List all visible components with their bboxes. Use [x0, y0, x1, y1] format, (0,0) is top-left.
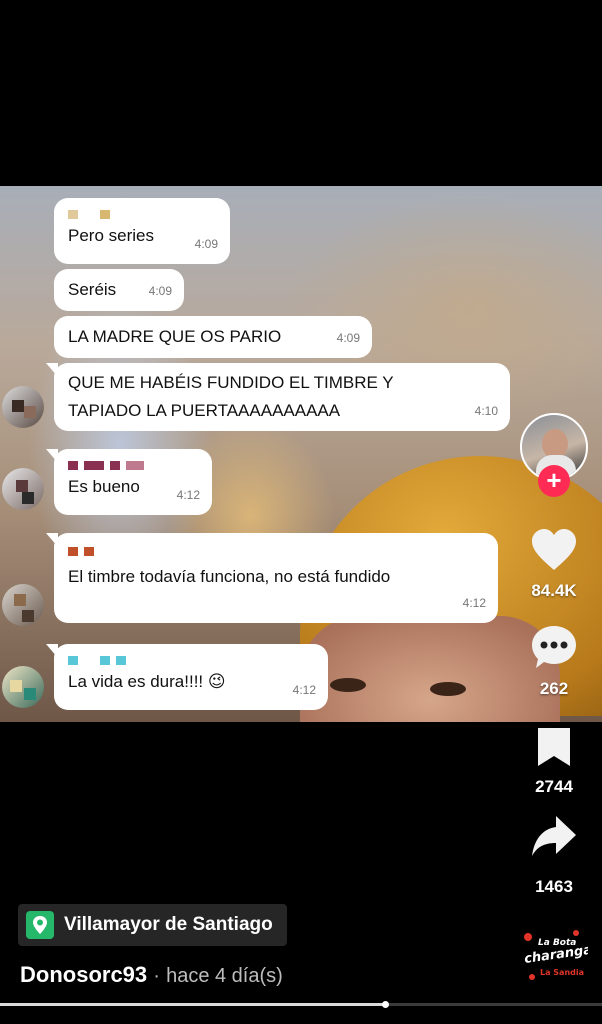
comment-button[interactable]: 262 [519, 624, 589, 699]
location-name: Villamayor de Santiago [64, 914, 273, 935]
message-text: LA MADRE QUE OS PARIO [68, 327, 282, 346]
meta-separator: · [153, 965, 160, 987]
message-time: 4:12 [292, 683, 316, 697]
sender-name-pixelated [68, 461, 198, 471]
chat-message: Seréis 4:09 [54, 269, 184, 311]
sender-avatar-blurred [2, 386, 44, 428]
bookmark-icon [538, 728, 570, 766]
message-time: 4:12 [176, 488, 200, 502]
chat-message: QUE ME HABÉIS FUNDIDO EL TIMBRE Y TAPIAD… [46, 363, 510, 431]
share-count: 1463 [535, 877, 573, 896]
sender-avatar-blurred [2, 584, 44, 626]
message-text: El timbre todavía funciona, no está fund… [68, 567, 391, 586]
comment-icon [532, 626, 576, 668]
message-text: Seréis [68, 280, 117, 299]
follow-plus-button[interactable]: + [538, 465, 570, 497]
video-progress-fill [0, 1003, 386, 1006]
message-text-line1: QUE ME HABÉIS FUNDIDO EL TIMBRE Y [68, 373, 394, 392]
share-arrow-icon [532, 816, 576, 856]
chat-message: Es bueno 4:12 [46, 449, 212, 515]
comment-count: 262 [539, 679, 569, 698]
sender-name-pixelated [68, 547, 484, 557]
sender-name-pixelated [68, 656, 314, 666]
location-tag[interactable]: Villamayor de Santiago [18, 904, 287, 946]
message-time: 4:09 [148, 284, 172, 298]
sender-avatar-blurred [2, 666, 44, 708]
username[interactable]: Donosorc93 [20, 962, 147, 987]
video-progress-bar[interactable] [0, 1001, 602, 1008]
chat-message: Pero series 4:09 [54, 198, 230, 264]
sender-avatar-blurred [2, 468, 44, 510]
video-frame[interactable]: Pero series 4:09 Seréis 4:09 LA MADRE QU… [0, 186, 602, 722]
chat-message: LA MADRE QUE OS PARIO 4:09 [54, 316, 372, 358]
message-text: Es bueno [68, 477, 140, 496]
bookmark-count: 2744 [535, 777, 573, 796]
like-button[interactable]: 84.4K [519, 528, 589, 601]
message-text-line2: TAPIADO LA PUERTAAAAAAAAAA [68, 401, 341, 420]
message-text: Pero series [68, 226, 154, 245]
chat-message: El timbre todavía funciona, no está fund… [46, 533, 498, 623]
post-meta: Donosorc93 · hace 4 día(s) [20, 962, 283, 988]
message-text: La vida es dura!!!! [68, 672, 208, 691]
sound-logo-line3: La Sandia [540, 968, 584, 977]
message-time: 4:09 [336, 331, 360, 345]
heart-icon [532, 529, 576, 570]
sound-logo-graphic: La Bota charanga La Sandia [523, 930, 593, 980]
share-button[interactable]: 1463 [519, 814, 589, 897]
post-time-ago: hace 4 día(s) [166, 965, 283, 987]
message-time: 4:10 [474, 404, 498, 418]
sender-name-pixelated [68, 210, 216, 220]
like-count: 84.4K [531, 581, 577, 600]
bookmark-button[interactable]: 2744 [519, 726, 589, 797]
location-pin-icon [26, 911, 54, 939]
video-progress-knob[interactable] [382, 1001, 390, 1008]
message-time: 4:12 [462, 596, 486, 610]
wink-emoji: 😉 [207, 672, 226, 692]
sound-logo[interactable]: La Bota charanga La Sandia [518, 925, 593, 985]
message-time: 4:09 [194, 237, 218, 251]
chat-message: La vida es dura!!!! 😉 4:12 [46, 644, 328, 710]
